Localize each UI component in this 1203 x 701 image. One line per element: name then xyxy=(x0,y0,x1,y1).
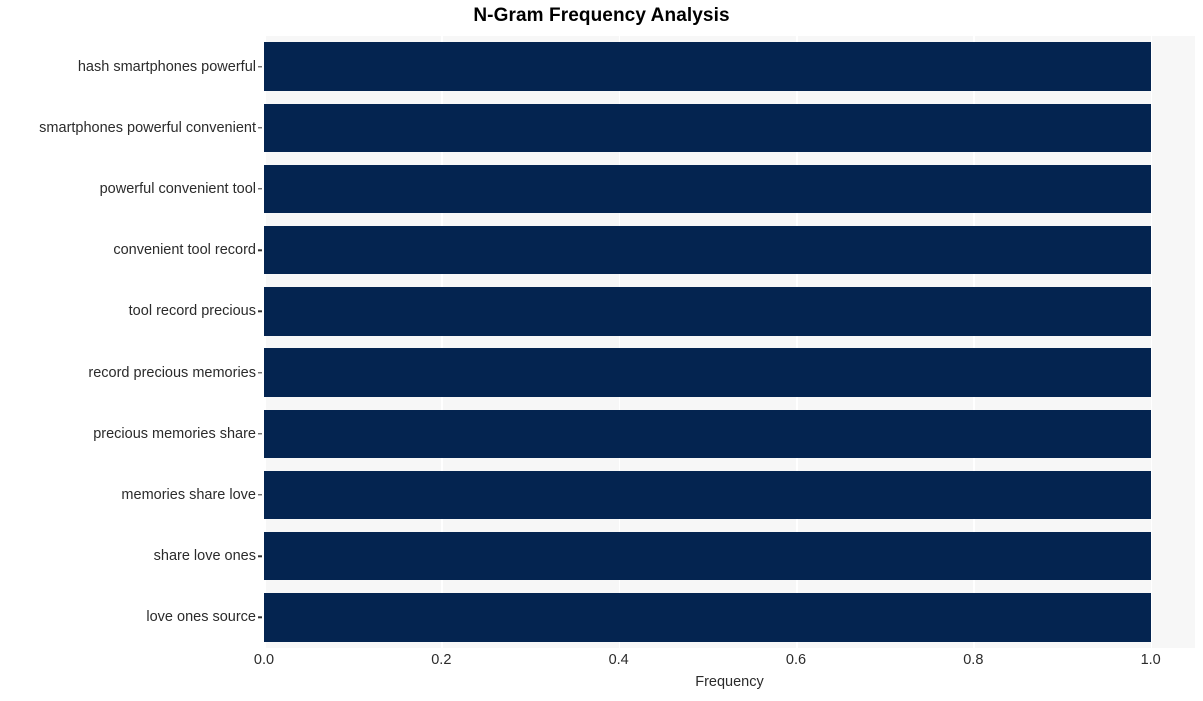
bar-series xyxy=(264,36,1195,648)
bar xyxy=(264,103,1151,152)
x-tick-label: 0.4 xyxy=(608,652,629,668)
y-tick-label: smartphones powerful convenient xyxy=(39,119,256,136)
y-tick-mark xyxy=(258,433,262,435)
y-tick-label: memories share love xyxy=(121,487,256,503)
y-tick-mark xyxy=(258,127,262,129)
y-tick-mark xyxy=(258,249,262,251)
x-tick-label: 0.0 xyxy=(253,652,275,668)
x-tick-label: 0.6 xyxy=(785,652,807,668)
y-tick-label: record precious memories xyxy=(88,364,256,381)
y-tick-label: precious memories share xyxy=(93,425,256,442)
plot-area xyxy=(264,36,1195,648)
y-tick-label: convenient tool record xyxy=(113,242,256,259)
chart-figure: N-Gram Frequency Analysis hash smartphon… xyxy=(0,0,1203,701)
bar xyxy=(264,164,1151,214)
y-tick-label: share love ones xyxy=(153,548,256,565)
bar xyxy=(264,470,1151,520)
y-tick-mark xyxy=(258,371,262,374)
y-tick-label: hash smartphones powerful xyxy=(77,58,256,75)
bar xyxy=(264,532,1151,581)
bar xyxy=(264,409,1151,458)
y-axis-tick-labels: hash smartphones powerful smartphones pow… xyxy=(0,36,256,648)
y-tick-label: tool record precious xyxy=(128,303,256,320)
bar xyxy=(264,226,1151,275)
y-tick-mark xyxy=(258,188,262,190)
x-axis-tick-labels: 0.0 0.2 0.4 0.6 0.8 1.0 xyxy=(254,652,1195,674)
x-tick-label: 0.2 xyxy=(431,652,452,668)
y-tick-mark xyxy=(258,310,262,313)
y-tick-mark xyxy=(258,555,262,557)
y-tick-mark xyxy=(258,616,262,619)
x-tick-label: 1.0 xyxy=(1140,652,1161,668)
bar xyxy=(264,593,1151,642)
y-tick-mark xyxy=(258,65,262,68)
bar xyxy=(264,42,1151,91)
bar xyxy=(264,348,1151,397)
bar xyxy=(264,287,1151,336)
y-tick-label: love ones source xyxy=(146,609,256,626)
x-tick-label: 0.8 xyxy=(963,652,984,668)
x-axis-title: Frequency xyxy=(695,674,764,690)
y-tick-label: powerful convenient tool xyxy=(99,181,256,197)
chart-title: N-Gram Frequency Analysis xyxy=(473,5,730,26)
y-tick-mark xyxy=(258,494,262,496)
